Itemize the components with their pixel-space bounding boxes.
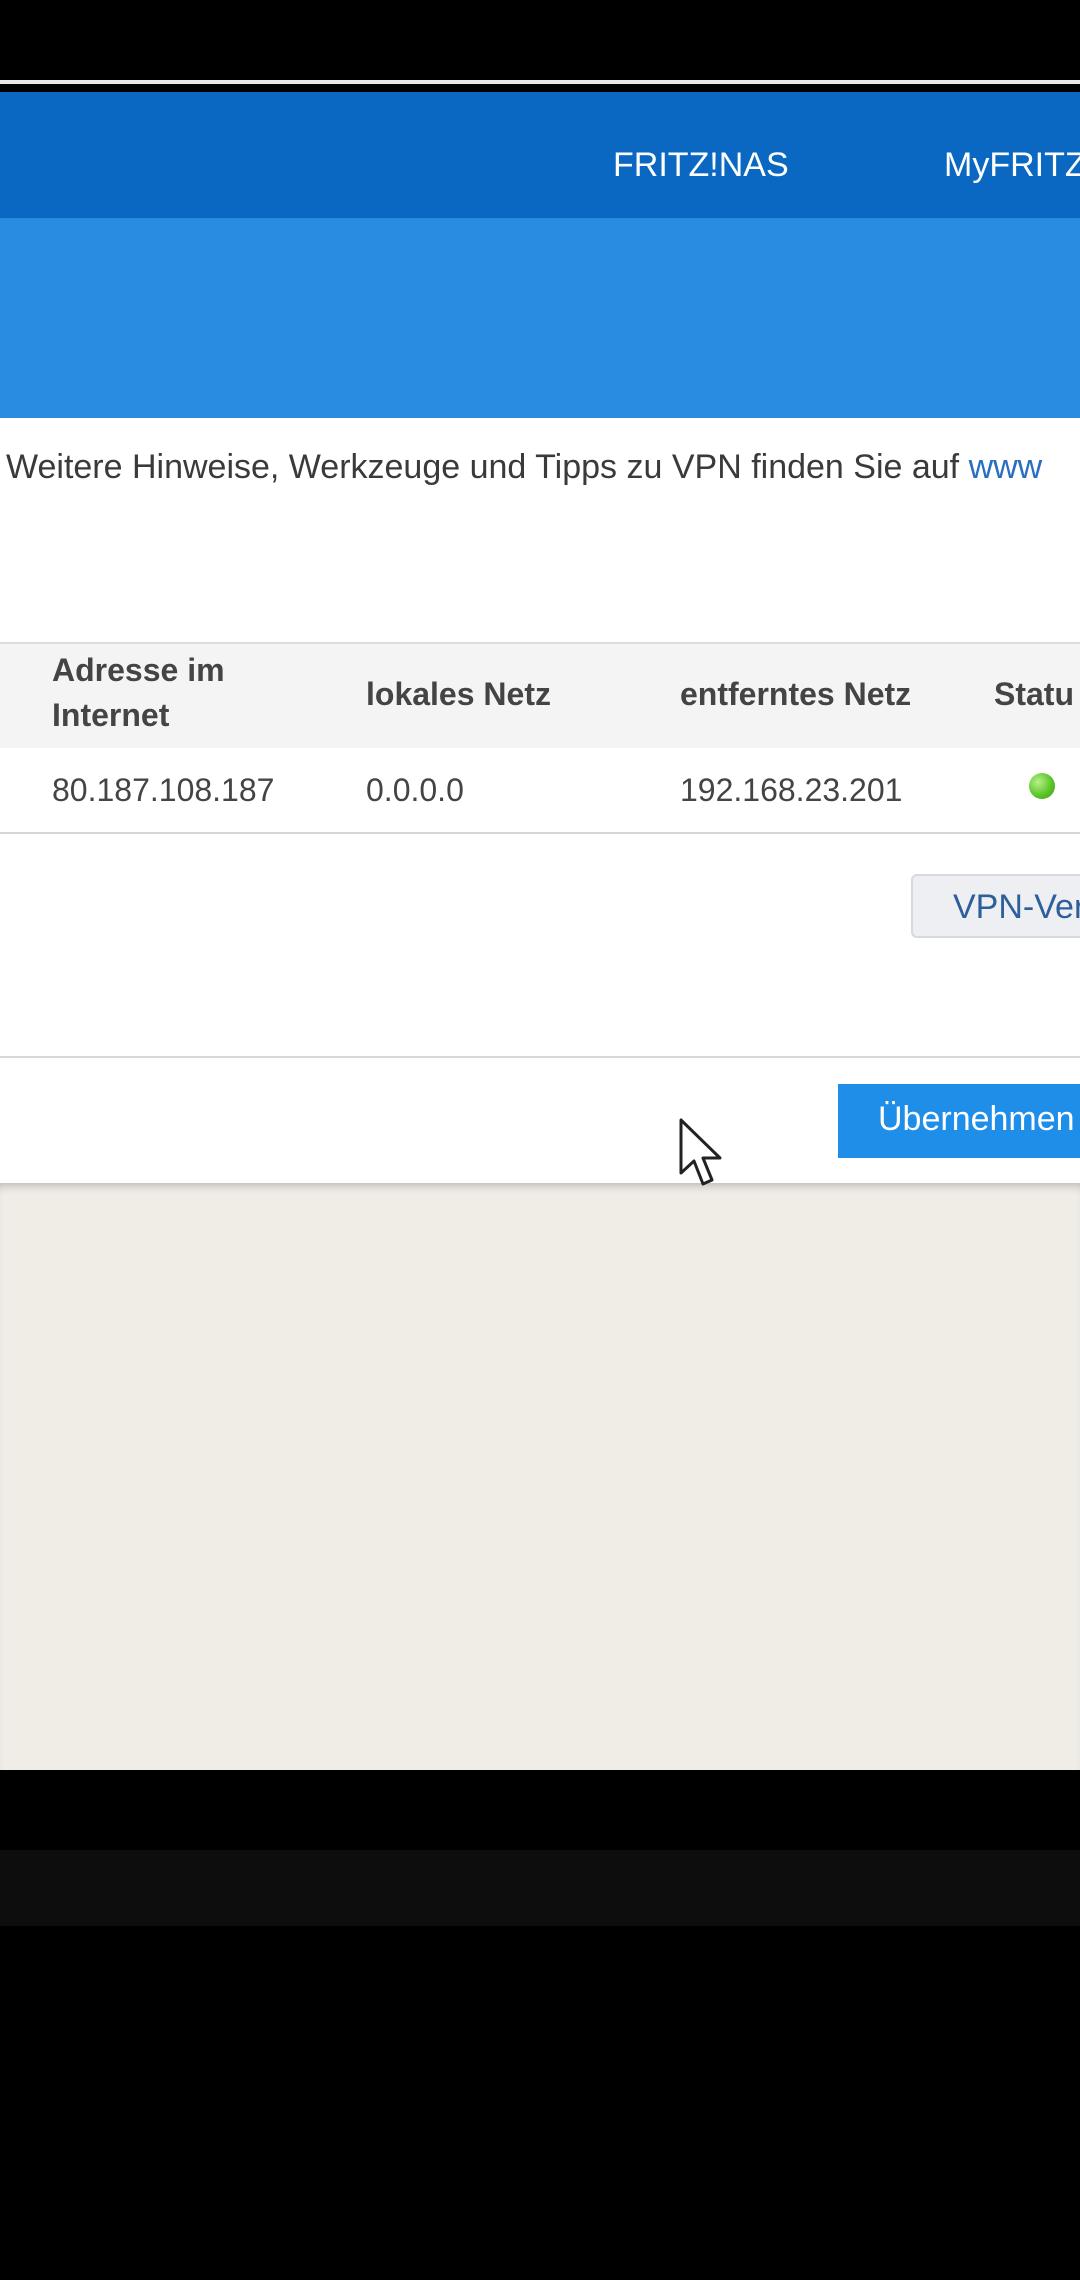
column-header-local-net: lokales Netz — [366, 676, 551, 712]
vpn-hint-text: Weitere Hinweise, Werkzeuge und Tipps zu… — [6, 448, 1042, 487]
bottom-dark-band — [0, 1850, 1080, 1926]
column-header-address-line1: Adresse im — [52, 652, 225, 688]
hint-link[interactable]: www — [969, 448, 1043, 486]
sub-navigation-bar — [0, 218, 1080, 638]
column-header-remote-net: entferntes Netz — [680, 676, 912, 712]
cell-local-net: 0.0.0.0 — [366, 772, 464, 808]
page-background-area — [0, 1183, 1080, 1770]
vpn-table-header: Adresse im Internet lokales Netz entfern… — [0, 642, 1080, 748]
status-connected-icon — [1029, 773, 1055, 799]
column-header-address: Adresse im Internet — [52, 652, 225, 734]
vpn-button-label: VPN-Ver — [953, 888, 1080, 926]
table-row: 80.187.108.187 0.0.0.0 192.168.23.201 — [0, 748, 1080, 834]
hint-text: Weitere Hinweise, Werkzeuge und Tipps zu… — [6, 448, 969, 486]
apply-button[interactable]: Übernehmen — [838, 1084, 1080, 1158]
footer-divider — [0, 1056, 1080, 1058]
browser-edge-line — [0, 80, 1080, 84]
column-header-status: Statu — [994, 676, 1074, 712]
column-header-address-line2: Internet — [52, 697, 170, 733]
nav-item-myfritz[interactable]: MyFRITZ — [944, 92, 1080, 218]
vpn-connection-button[interactable]: VPN-Ver — [911, 874, 1080, 938]
screen: FRITZ!NAS MyFRITZ Weitere Hinweise, Werk… — [0, 0, 1080, 2280]
mouse-pointer-icon — [679, 1118, 722, 1186]
cell-address: 80.187.108.187 — [52, 772, 275, 808]
cell-remote-net: 192.168.23.201 — [680, 772, 903, 808]
apply-button-label: Übernehmen — [878, 1100, 1075, 1138]
top-navigation-bar: FRITZ!NAS MyFRITZ — [0, 92, 1080, 218]
nav-item-fritznas[interactable]: FRITZ!NAS — [613, 92, 789, 218]
vpn-content-panel: Weitere Hinweise, Werkzeuge und Tipps zu… — [0, 418, 1080, 1183]
